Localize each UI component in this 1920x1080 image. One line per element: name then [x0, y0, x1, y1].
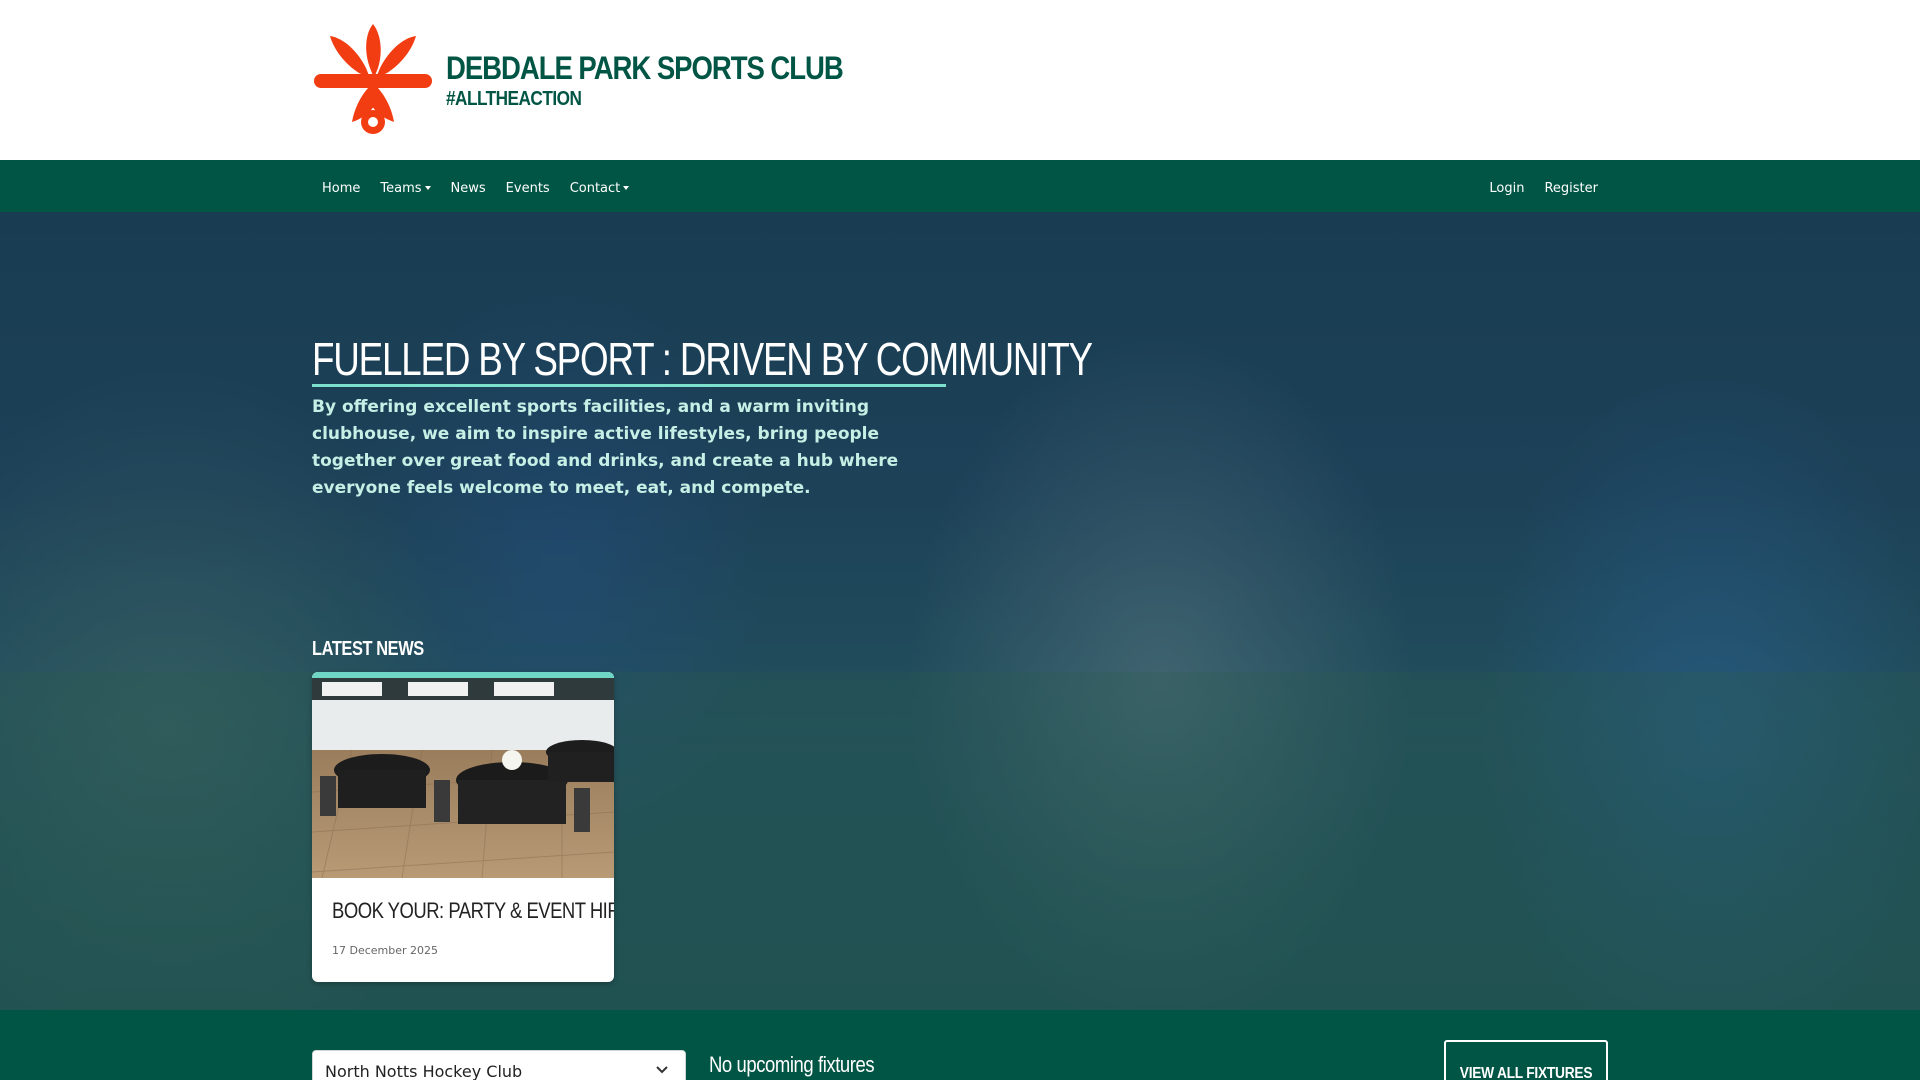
nav-item-register: Register [1534, 177, 1608, 196]
caret-down-icon [424, 185, 431, 190]
news-card-title: BOOK YOUR: PARTY & EVENT HIRE [332, 898, 614, 923]
navbar-container: Home Teams News Events Contact Login Reg… [312, 160, 1608, 212]
chevron-down-icon [656, 1066, 668, 1074]
nav-link-home[interactable]: Home [312, 181, 370, 196]
club-select-value: North Notts Hockey Club [325, 1061, 523, 1080]
fixtures-container: North Notts Hockey Club No upcoming fixt… [312, 1010, 1608, 1080]
no-fixtures-message: No upcoming fixtures [709, 1052, 875, 1077]
brand-home-link[interactable]: DEBDALE PARK SPORTS CLUB #ALLTHEACTION [312, 22, 907, 136]
latest-news-heading: LATEST NEWS [312, 638, 424, 660]
register-link[interactable]: Register [1534, 181, 1608, 196]
hero-title-underline [312, 384, 946, 387]
news-card-date: 17 December 2025 [332, 944, 439, 957]
hero-title: FUELLED BY SPORT : DRIVEN BY COMMUNITY [312, 333, 1093, 385]
nav-link-teams-label: Teams [380, 180, 422, 196]
nav-link-events[interactable]: Events [496, 181, 560, 196]
nav-item-home: Home [312, 177, 370, 196]
brand-text: DEBDALE PARK SPORTS CLUB #ALLTHEACTION [446, 51, 907, 110]
caret-down-icon [623, 185, 630, 190]
site-header: DEBDALE PARK SPORTS CLUB #ALLTHEACTION [0, 0, 1920, 160]
nav-right-menu: Login Register [1479, 160, 1608, 212]
nav-item-login: Login [1479, 177, 1534, 196]
nav-link-contact[interactable]: Contact [560, 181, 640, 196]
hero-description: By offering excellent sports facilities,… [312, 397, 899, 498]
login-link[interactable]: Login [1479, 181, 1534, 196]
main-navbar: Home Teams News Events Contact Login Reg… [0, 160, 1920, 212]
view-all-fixtures-button[interactable]: VIEW ALL FIXTURES [1444, 1040, 1608, 1080]
nav-link-news[interactable]: News [441, 181, 496, 196]
nav-left-menu: Home Teams News Events Contact [312, 160, 639, 212]
club-select[interactable]: North Notts Hockey Club [312, 1050, 686, 1080]
news-card-image [312, 672, 614, 878]
fixtures-section: North Notts Hockey Club No upcoming fixt… [0, 1010, 1920, 1080]
hero-container: FUELLED BY SPORT : DRIVEN BY COMMUNITY B… [312, 212, 1608, 1010]
nav-item-teams: Teams [370, 177, 440, 196]
club-logo-icon [314, 24, 432, 134]
view-all-fixtures-label: VIEW ALL FIXTURES [1459, 1065, 1593, 1080]
hero-section: FUELLED BY SPORT : DRIVEN BY COMMUNITY B… [0, 212, 1920, 1010]
brand-name: DEBDALE PARK SPORTS CLUB [446, 50, 844, 87]
nav-link-teams[interactable]: Teams [370, 181, 440, 196]
nav-item-contact: Contact [560, 177, 640, 196]
nav-item-events: Events [496, 177, 560, 196]
nav-link-contact-label: Contact [569, 180, 621, 196]
nav-item-news: News [441, 177, 496, 196]
brand-tagline: #ALLTHEACTION [446, 87, 582, 110]
news-card[interactable]: BOOK YOUR: PARTY & EVENT HIRE 17 Decembe… [312, 672, 614, 982]
